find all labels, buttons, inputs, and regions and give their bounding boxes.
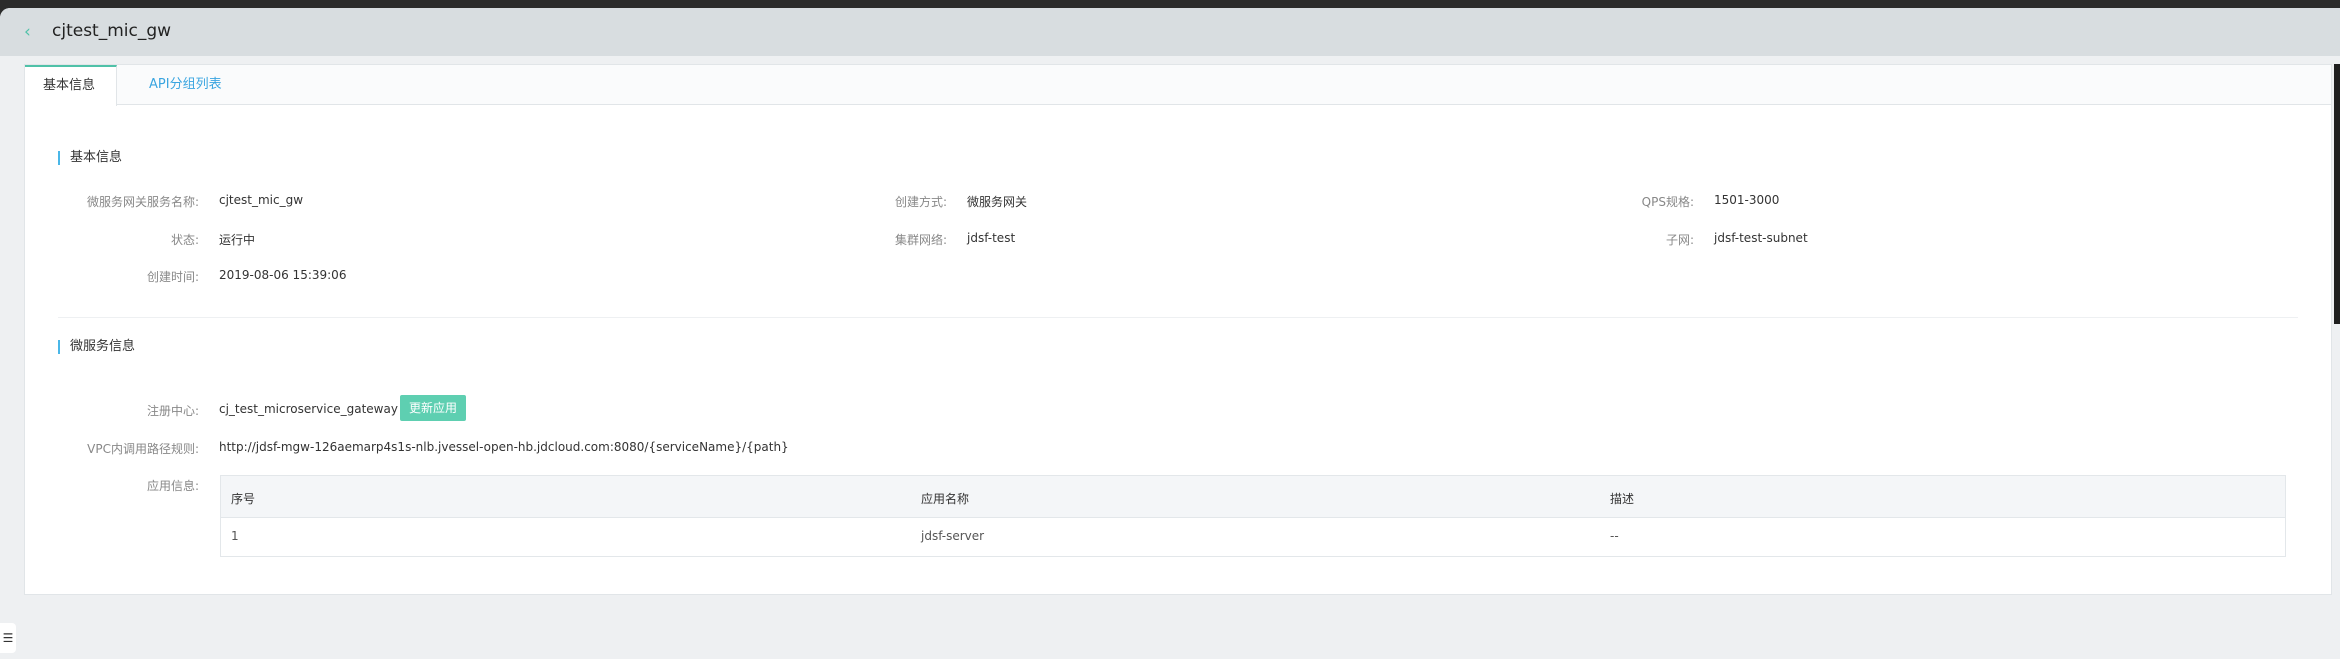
label-created-time: 创建时间: (146, 270, 199, 284)
value-create-method: 微服务网关 (967, 195, 1028, 209)
app-window: ‹ cjtest_mic_gw 基本信息 API分组列表 基本信息 微服务网关服… (0, 8, 2340, 659)
scrollbar[interactable] (2334, 64, 2340, 324)
cell-description: -- (1610, 529, 1619, 543)
value-vpc-rule: http://jdsf-mgw-126aemarp4s1s-nlb.jvesse… (219, 440, 789, 454)
tab-bar: 基本信息 API分组列表 (25, 65, 2331, 106)
section-title-basic-info: 基本信息 (58, 151, 122, 165)
header-bar: ‹ cjtest_mic_gw (0, 8, 2340, 56)
label-qps: QPS规格: (1641, 195, 1694, 209)
label-app-info: 应用信息: (146, 479, 199, 493)
tab-api-group-list[interactable]: API分组列表 (131, 65, 240, 105)
value-cluster-network: jdsf-test (967, 231, 1016, 245)
value-qps: 1501-3000 (1714, 193, 1780, 207)
update-app-button[interactable]: 更新应用 (400, 395, 466, 421)
label-create-method: 创建方式: (894, 195, 947, 209)
label-service-name: 微服务网关服务名称: (86, 195, 199, 209)
value-service-name: cjtest_mic_gw (219, 193, 304, 207)
column-header-description: 描述 (1610, 492, 1635, 506)
cell-index: 1 (231, 529, 239, 543)
column-header-index: 序号 (231, 492, 256, 506)
table-header: 序号 应用名称 描述 (221, 476, 2285, 518)
column-header-app-name: 应用名称 (921, 492, 970, 506)
section-title-microservice-info: 微服务信息 (58, 340, 135, 354)
list-icon[interactable]: ☰ (0, 623, 16, 653)
value-registry: cj_test_microservice_gateway (219, 402, 398, 416)
detail-card: 基本信息 API分组列表 基本信息 微服务网关服务名称: cjtest_mic_… (24, 64, 2332, 595)
value-subnet: jdsf-test-subnet (1714, 231, 1808, 245)
value-created-time: 2019-08-06 15:39:06 (219, 268, 347, 282)
chevron-left-icon[interactable]: ‹ (24, 24, 40, 41)
label-vpc-rule: VPC内调用路径规则: (87, 442, 199, 456)
table-row: 1 jdsf-server -- (221, 518, 2285, 556)
label-subnet: 子网: (1665, 233, 1694, 247)
label-status: 状态: (170, 233, 199, 247)
cell-app-name: jdsf-server (921, 529, 985, 543)
tab-basic-info[interactable]: 基本信息 (25, 65, 117, 106)
section-divider (58, 317, 2298, 318)
app-info-table: 序号 应用名称 描述 1 jdsf-server -- (220, 475, 2286, 557)
label-registry: 注册中心: (146, 404, 199, 418)
label-cluster-network: 集群网络: (894, 233, 947, 247)
value-status: 运行中 (219, 233, 256, 247)
page-title: cjtest_mic_gw (52, 21, 172, 41)
